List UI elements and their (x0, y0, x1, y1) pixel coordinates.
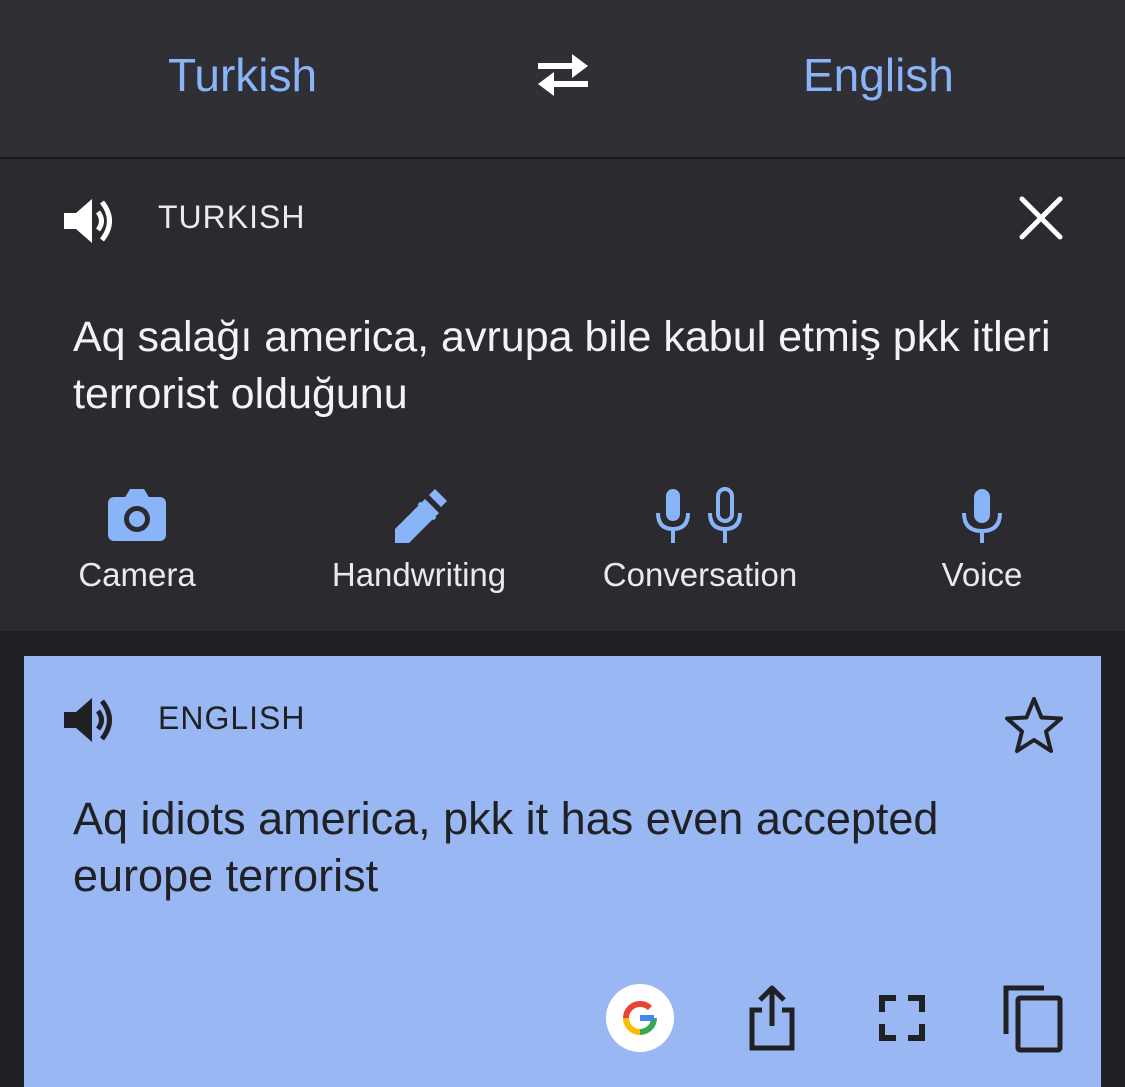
speaker-icon[interactable] (60, 690, 120, 750)
speaker-icon[interactable] (60, 191, 120, 251)
language-bar: Turkish English (0, 0, 1125, 159)
translate-screen: Turkish English TURKISH Aq salağı americ… (0, 0, 1125, 1087)
translated-text: Aq idiots america, pkk it has even accep… (73, 793, 939, 901)
google-icon[interactable] (604, 982, 676, 1054)
close-icon[interactable] (1014, 191, 1068, 245)
voice-label: Voice (941, 556, 1023, 593)
source-language-button[interactable]: Turkish (168, 46, 317, 104)
camera-label: Camera (78, 556, 196, 593)
translation-card: ENGLISH Aq idiots america, pkk it has ev… (24, 656, 1101, 1087)
handwriting-label: Handwriting (331, 556, 507, 593)
fullscreen-icon[interactable] (866, 982, 938, 1054)
camera-icon (108, 489, 166, 541)
camera-button[interactable]: Camera (60, 487, 214, 595)
target-language-button[interactable]: English (803, 46, 954, 104)
copy-icon[interactable] (998, 982, 1070, 1054)
source-text[interactable]: Aq salağı america, avrupa bile kabul etm… (73, 309, 1063, 423)
microphone-icon (962, 489, 1002, 543)
target-language-label: ENGLISH (158, 700, 306, 736)
handwriting-button[interactable]: Handwriting (312, 487, 526, 595)
share-icon[interactable] (736, 982, 808, 1054)
dual-microphone-icon (656, 487, 742, 543)
conversation-button[interactable]: Conversation (584, 487, 816, 595)
source-language-label: TURKISH (158, 199, 306, 235)
swap-arrows-icon[interactable] (532, 50, 594, 98)
star-icon[interactable] (1002, 694, 1066, 758)
conversation-label: Conversation (602, 556, 798, 593)
voice-button[interactable]: Voice (928, 487, 1036, 595)
input-panel: TURKISH Aq salağı america, avrupa bile k… (0, 159, 1125, 631)
pen-icon (395, 489, 447, 543)
